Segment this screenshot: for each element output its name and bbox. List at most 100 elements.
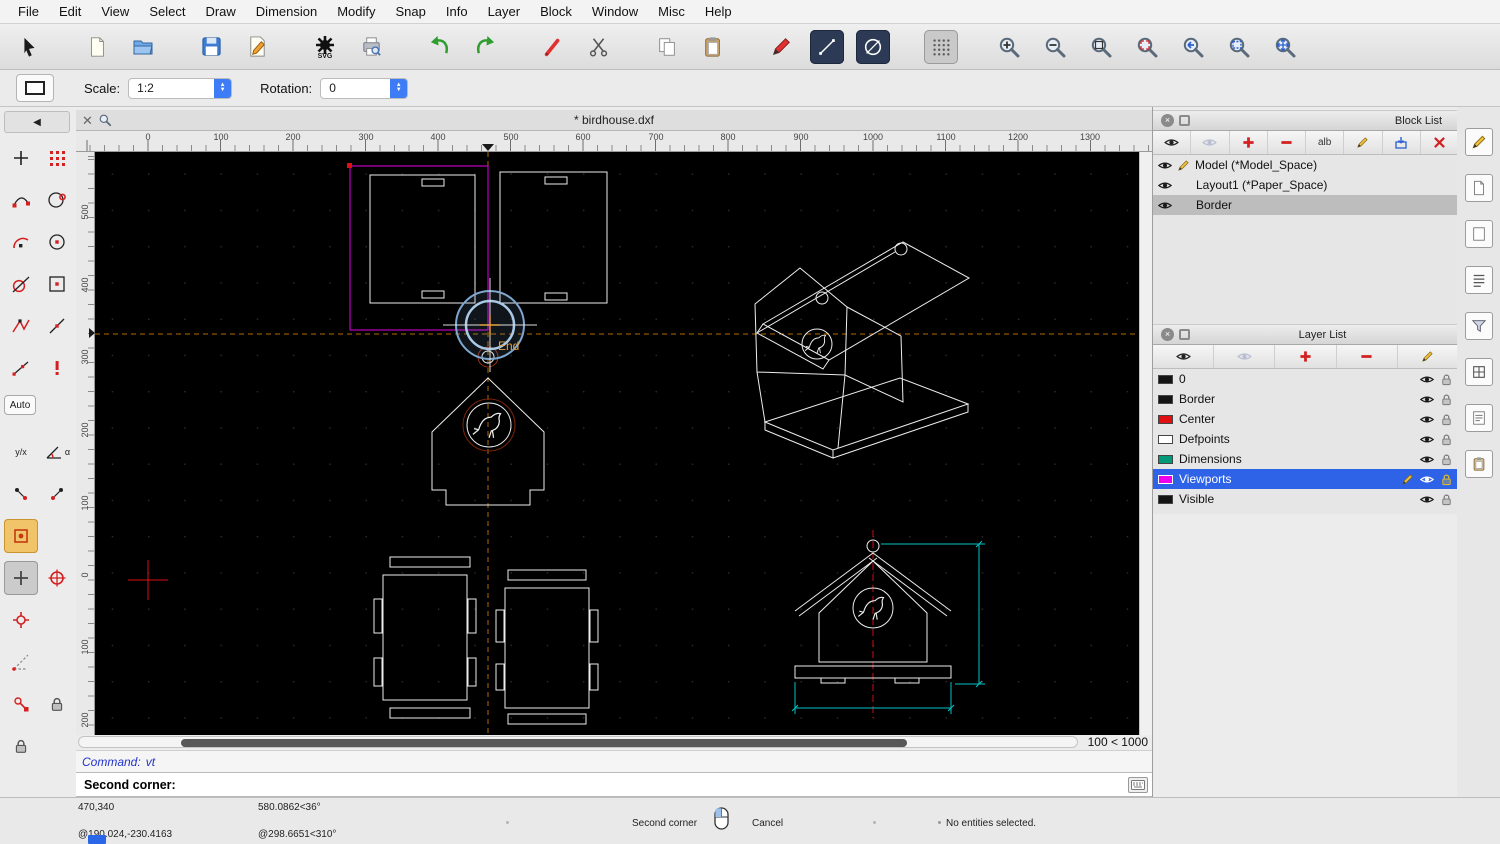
menu-block[interactable]: Block [530,0,582,24]
remove-block-button[interactable] [1268,131,1306,154]
eye-icon[interactable] [1420,474,1434,485]
show-all-layers-button[interactable] [1153,345,1215,368]
delete-block-button[interactable] [1421,131,1458,154]
lock-all-button[interactable] [40,687,74,721]
block-row-model[interactable]: Model (*Model_Space) [1153,155,1458,175]
rotation-select[interactable]: 0 ▲ ▼ [320,77,409,99]
restrict-warning-button[interactable] [40,351,74,385]
save-file-button[interactable] [194,30,228,64]
edit-block-button[interactable] [1344,131,1383,154]
zoom-pan-button[interactable] [1268,30,1302,64]
lock-icon[interactable] [1440,473,1453,486]
crosshair-toggle-button[interactable] [4,561,38,595]
angle-guide-button[interactable] [4,645,38,679]
layer-row-0[interactable]: 0 [1153,369,1458,389]
insert-block-button[interactable] [1383,131,1421,154]
layer-row-defpoints[interactable]: Defpoints [1153,429,1458,449]
block-row-layout1[interactable]: Layout1 (*Paper_Space) [1153,175,1458,195]
layer-row-center[interactable]: Center [1153,409,1458,429]
layer-name[interactable]: Visible [1179,492,1214,506]
eye-icon[interactable] [1420,394,1434,405]
show-all-blocks-button[interactable] [1153,131,1192,154]
zoom-in-button[interactable] [992,30,1026,64]
stepper-arrows-icon[interactable]: ▲ ▼ [214,78,232,98]
undo-button[interactable] [422,30,456,64]
horizontal-scrollbar[interactable] [78,736,1078,748]
keyboard-toggle-button[interactable] [1128,777,1148,793]
snap-grid-button[interactable] [40,141,74,175]
command-input-row[interactable]: Second corner: [76,772,1152,797]
menu-misc[interactable]: Misc [648,0,695,24]
dock-filter-widget-button[interactable] [1464,312,1493,340]
float-panel-icon[interactable] [1179,115,1190,126]
eye-icon[interactable] [1420,414,1434,425]
lock-icon[interactable] [1440,493,1453,506]
menu-snap[interactable]: Snap [386,0,436,24]
menu-info[interactable]: Info [436,0,478,24]
snap-reference-button[interactable] [40,267,74,301]
eye-icon[interactable] [1420,454,1434,465]
menu-select[interactable]: Select [139,0,195,24]
menu-help[interactable]: Help [695,0,742,24]
layer-row-visible[interactable]: Visible [1153,489,1458,509]
add-block-button[interactable] [1230,131,1268,154]
lock-icon[interactable] [1440,393,1453,406]
scrollbar-thumb[interactable] [181,739,907,747]
back-button[interactable]: ◀ [4,111,70,133]
menu-window[interactable]: Window [582,0,648,24]
layer-color-swatch[interactable] [1158,374,1173,384]
menu-edit[interactable]: Edit [49,0,91,24]
dock-grid-widget-button[interactable] [1464,358,1493,386]
lock-icon[interactable] [1440,373,1453,386]
lock-icon[interactable] [1440,413,1453,426]
menu-dimension[interactable]: Dimension [246,0,327,24]
cut-button[interactable] [582,30,616,64]
block-name[interactable]: Model (*Model_Space) [1195,158,1317,172]
close-panel-icon[interactable]: × [1161,114,1174,127]
edit-file-button[interactable] [240,30,274,64]
lock-icon[interactable] [1440,453,1453,466]
line-tool-button[interactable] [810,29,844,64]
snap-auto-button[interactable]: Auto [4,395,36,415]
eye-icon[interactable] [1158,200,1172,211]
close-panel-icon[interactable]: × [1161,328,1174,341]
dock-page-widget-button[interactable] [1464,174,1493,202]
layer-color-swatch[interactable] [1158,434,1173,444]
relative-zero-button[interactable] [4,477,38,511]
remove-layer-button[interactable] [1337,345,1398,368]
select-pointer-button[interactable] [12,30,46,64]
layer-name[interactable]: 0 [1179,372,1186,386]
paste-button[interactable] [696,30,730,64]
block-name[interactable]: Border [1196,198,1232,212]
stepper-arrows-icon[interactable]: ▲ ▼ [390,78,408,98]
eye-icon[interactable] [1158,160,1172,171]
layer-name[interactable]: Defpoints [1179,432,1230,446]
zoom-window-button[interactable] [1222,30,1256,64]
grid-toggle-button[interactable] [924,29,958,64]
highlight-pen-button[interactable] [536,30,570,64]
snap-angle-button[interactable]: α [40,435,74,469]
active-snap-button[interactable] [4,519,38,553]
layer-name[interactable]: Dimensions [1179,452,1242,466]
svg-export-button[interactable]: SVG [308,30,342,64]
layer-row-viewports[interactable]: Viewports [1153,469,1458,489]
layer-row-border[interactable]: Border [1153,389,1458,409]
snap-center-button[interactable] [4,225,38,259]
block-name[interactable]: Layout1 (*Paper_Space) [1196,178,1327,192]
layer-row-dimensions[interactable]: Dimensions [1153,449,1458,469]
restrict-orthogonal-button[interactable]: y/x [4,435,38,469]
zoom-previous-button[interactable] [1176,30,1210,64]
layer-color-swatch[interactable] [1158,394,1173,404]
snap-circle-center-button[interactable] [40,225,74,259]
layer-name[interactable]: Viewports [1179,472,1231,486]
snap-endpoint-button[interactable] [4,183,38,217]
scale-select[interactable]: 1:2 ▲ ▼ [128,77,233,99]
snap-point-button[interactable] [40,561,74,595]
add-layer-button[interactable] [1275,345,1337,368]
menu-view[interactable]: View [91,0,139,24]
draw-pencil-button[interactable] [764,30,798,64]
layer-name[interactable]: Center [1179,412,1215,426]
menu-draw[interactable]: Draw [195,0,245,24]
rename-block-button[interactable]: alb [1306,131,1345,154]
eye-icon[interactable] [1420,374,1434,385]
